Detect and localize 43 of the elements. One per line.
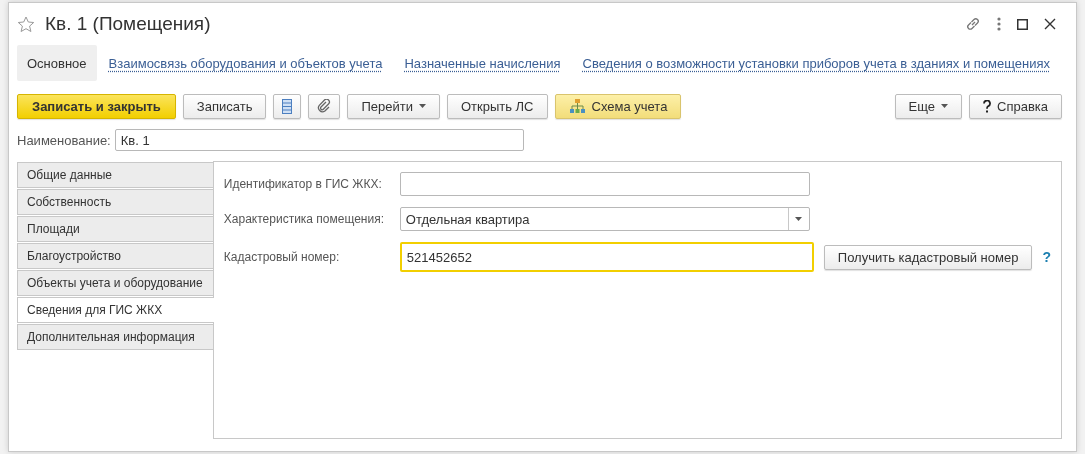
question-icon (983, 99, 991, 113)
toolbar-button[interactable]: Записать (182, 93, 267, 119)
attach-button[interactable] (308, 93, 341, 119)
input-field[interactable] (399, 172, 810, 196)
paperclip-icon (317, 99, 332, 113)
field-label: Кадастровый номер: (223, 250, 341, 264)
section-tab[interactable]: Сведения о возможности установки приборов учета в зданиях и помещениях (572, 45, 1060, 81)
toolbar-button[interactable]: Открыть ЛС (446, 93, 548, 119)
section-tab[interactable]: Основное (17, 45, 97, 81)
list-button[interactable] (273, 93, 302, 119)
section-tab[interactable]: Взаимосвязь оборудования и объектов учета (98, 45, 393, 81)
caret-icon (418, 104, 426, 108)
page-tab[interactable]: Собственность (17, 189, 213, 215)
caret-icon (941, 104, 948, 108)
help-button[interactable]: Справка (969, 93, 1062, 119)
window-title: Кв. 1 (Помещения) (45, 13, 212, 35)
star-icon[interactable] (17, 15, 35, 33)
page-tab[interactable]: Сведения для ГИС ЖКХ (17, 297, 214, 323)
save-close-button[interactable]: Записать и закрыть (17, 93, 176, 119)
close-icon[interactable] (1044, 18, 1056, 30)
page-tab[interactable]: Общие данные (17, 162, 213, 188)
caret-icon (795, 217, 803, 221)
hierarchy-icon (568, 99, 586, 113)
help-link[interactable]: ? (1042, 249, 1051, 265)
select-field[interactable]: Отдельная квартира (399, 207, 810, 231)
scheme-button[interactable]: Схема учета (554, 93, 682, 119)
page-tab[interactable]: Благоустройство (17, 243, 213, 269)
input-field[interactable]: 521452652 (399, 242, 814, 272)
name-field[interactable]: Кв. 1 (114, 129, 524, 151)
link-icon[interactable] (965, 16, 981, 32)
dropdown-button[interactable]: Перейти (347, 93, 440, 119)
dropdown-button[interactable]: Еще (894, 93, 962, 119)
maximize-icon[interactable] (1017, 18, 1028, 30)
field-label: Характеристика помещения: (223, 212, 386, 226)
field-label: Наименование: (17, 132, 111, 148)
section-tab[interactable]: Назначенные начисления (394, 45, 571, 81)
field-label: Идентификатор в ГИС ЖКХ: (223, 177, 383, 191)
get-number-button[interactable]: Получить кадастровый номер (823, 244, 1033, 270)
more-icon[interactable] (997, 17, 1001, 31)
page-tab[interactable]: Дополнительная информация (17, 324, 213, 350)
list-icon (282, 98, 293, 114)
page-tab[interactable]: Площади (17, 216, 213, 242)
page-tab[interactable]: Объекты учета и оборудование (17, 270, 213, 296)
